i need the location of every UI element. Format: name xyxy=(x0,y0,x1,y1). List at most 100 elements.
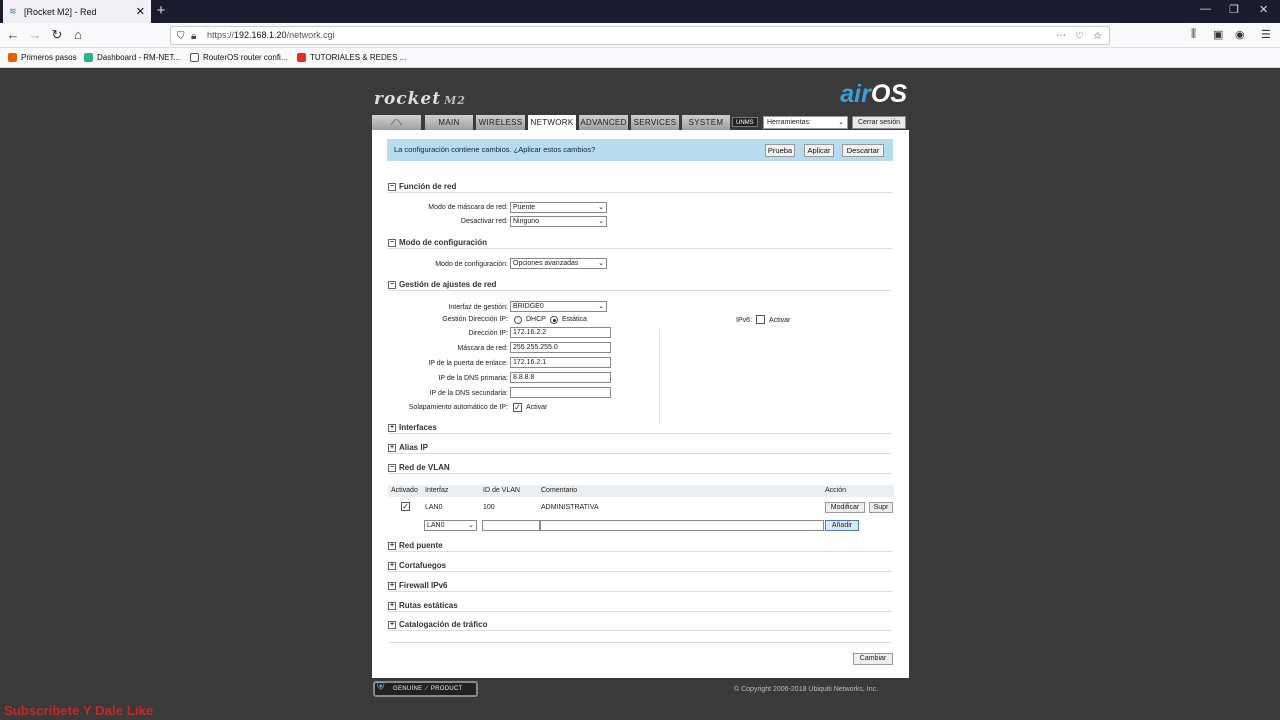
airos-header: rocket M2 airOS xyxy=(372,80,909,114)
section-config-mode[interactable]: − Modo de configuración xyxy=(388,237,892,249)
col-action: Acción xyxy=(825,487,847,494)
tab-network[interactable]: NETWORK xyxy=(528,115,576,130)
menu-icon[interactable]: ☰ xyxy=(1261,28,1271,41)
section-ip-alias[interactable]: + Alias IP xyxy=(388,442,892,454)
forward-icon[interactable]: → xyxy=(27,27,43,43)
home-icon[interactable]: ⌂ xyxy=(70,27,86,43)
netmode-select[interactable]: Puente ⌄ xyxy=(510,202,607,213)
dns2-input[interactable] xyxy=(510,387,611,398)
url-bar[interactable]: ⛉ 🔒︎ https://192.168.1.20/network.cgi ⋯ … xyxy=(170,26,1110,45)
rocket-logo: rocket M2 xyxy=(374,89,466,109)
library-icon[interactable]: ⫼ xyxy=(1191,28,1196,41)
dns2-label: IP de la DNS secundaria: xyxy=(429,390,508,397)
bookmark-3[interactable]: RouterOS router confi... xyxy=(190,53,287,62)
add-button[interactable]: Añadir xyxy=(825,520,859,531)
change-button[interactable]: Cambiar xyxy=(853,653,893,665)
ip-input[interactable]: 172.16.2.2 xyxy=(510,327,611,338)
section-bridge[interactable]: + Red puente xyxy=(388,540,892,552)
discard-button[interactable]: Descartar xyxy=(842,144,884,157)
more-icon[interactable]: ⋯ xyxy=(1056,27,1066,44)
new-tab-button[interactable]: + xyxy=(154,2,168,20)
apply-button[interactable]: Aplicar xyxy=(804,144,834,157)
section-firewall[interactable]: + Cortafuegos xyxy=(388,560,892,572)
minimize-icon[interactable]: — xyxy=(1200,3,1211,15)
vlan-id: 100 xyxy=(483,504,495,511)
subscribe-overlay: Subscribete Y Dale Like xyxy=(4,703,154,718)
ip-alias-checkbox[interactable]: ✓ xyxy=(513,403,522,412)
expand-icon: + xyxy=(388,581,396,590)
ip-alias-activate: Activar xyxy=(526,404,548,411)
config-mode-select[interactable]: Opciones avanzadas ⌄ xyxy=(510,258,607,269)
airos-panel: rocket M2 airOS ⟋⟍ MAIN WIRELESS NETWORK … xyxy=(372,80,909,678)
bookmark-4[interactable]: TUTORIALES & REDES ... xyxy=(297,53,406,62)
section-vlan[interactable]: − Red de VLAN xyxy=(388,462,892,474)
tab-wireless[interactable]: WIRELESS xyxy=(476,115,525,130)
close-window-icon[interactable]: ✕ xyxy=(1259,3,1268,16)
lock-shield-icon: ⛨ xyxy=(377,682,385,693)
account-icon[interactable]: ◉ xyxy=(1235,28,1245,41)
ipv6-checkbox[interactable] xyxy=(756,315,765,324)
netmode-label: Modo de máscara de red: xyxy=(428,204,508,211)
disable-net-label: Desactivar red: xyxy=(460,218,508,225)
static-label: Estática xyxy=(562,316,587,323)
section-network-role[interactable]: − Función de red xyxy=(388,181,892,193)
expand-icon: + xyxy=(388,561,396,570)
close-tab-icon[interactable]: ✕ xyxy=(136,5,145,18)
unms-badge[interactable]: UNMS xyxy=(732,117,758,127)
bookmark-1[interactable]: Primeros pasos xyxy=(8,53,77,62)
gateway-input[interactable]: 172.16.2.1 xyxy=(510,357,611,368)
col-enabled: Activado xyxy=(391,487,418,494)
section-static-routes[interactable]: + Rutas estáticas xyxy=(388,600,892,612)
routeros-icon xyxy=(190,53,199,62)
sidebar-icon[interactable]: ▣ xyxy=(1213,28,1223,41)
tab-ubnt-logo[interactable]: ⟋⟍ xyxy=(372,115,421,130)
mask-input[interactable]: 255.255.255.0 xyxy=(510,342,611,353)
ipv6-label: IPv6: xyxy=(736,317,752,324)
disable-net-select[interactable]: Ninguno ⌄ xyxy=(510,216,607,227)
back-icon[interactable]: ← xyxy=(5,27,21,43)
delete-button[interactable]: Supr xyxy=(869,502,893,513)
new-vlan-id-input[interactable] xyxy=(482,520,540,531)
url-host: 192.168.1.20 xyxy=(234,30,287,40)
shield-icon: ⛉ xyxy=(177,31,185,42)
url-path: /network.cgi xyxy=(286,30,335,40)
section-interfaces[interactable]: + Interfaces xyxy=(388,422,892,434)
restore-icon[interactable]: ❐ xyxy=(1229,3,1239,16)
vlan-enabled-checkbox[interactable]: ✓ xyxy=(401,502,410,511)
collapse-icon: − xyxy=(388,280,396,289)
changes-notice: La configuración contiene cambios. ¿Apli… xyxy=(387,139,893,161)
star-icon[interactable]: ☆ xyxy=(1093,28,1102,45)
section-traffic-shaping[interactable]: + Catalogación de tráfico xyxy=(388,619,892,631)
dashboard-icon xyxy=(84,53,93,62)
chevron-down-icon: ⌄ xyxy=(598,303,604,310)
section-management[interactable]: − Gestión de ajustes de red xyxy=(388,279,892,291)
column-divider xyxy=(659,330,660,424)
vlan-iface: LAN0 xyxy=(425,504,443,511)
new-vlan-iface-select[interactable]: LAN0 ⌄ xyxy=(424,520,477,531)
static-radio[interactable] xyxy=(550,316,558,324)
airos-logo: airOS xyxy=(840,80,907,108)
col-comment: Comentario xyxy=(541,487,578,494)
browser-tab[interactable]: ≋ [Rocket M2] - Red ✕ xyxy=(3,0,151,23)
tab-main[interactable]: MAIN xyxy=(425,115,473,130)
tab-services[interactable]: SERVICES xyxy=(631,115,679,130)
bookmark-2[interactable]: Dashboard - RM-NET... xyxy=(84,53,180,62)
dhcp-radio[interactable] xyxy=(514,316,522,324)
divider xyxy=(388,642,892,643)
tab-system[interactable]: SYSTEM xyxy=(682,115,730,130)
mgmt-iface-select[interactable]: BRIDGE0 ⌄ xyxy=(510,301,607,312)
new-vlan-comment-input[interactable] xyxy=(540,520,824,531)
vlan-comment: ADMINISTRATIVA xyxy=(541,504,599,511)
tools-select[interactable]: Herramientas: ⌄ xyxy=(763,116,848,129)
modify-button[interactable]: Modificar xyxy=(825,502,865,513)
test-button[interactable]: Prueba xyxy=(765,144,795,157)
dns1-input[interactable]: 8.8.8.8 xyxy=(510,372,611,383)
chevron-down-icon: ⌄ xyxy=(598,260,604,267)
main-tabs: ⟋⟍ MAIN WIRELESS NETWORK ADVANCED SERVIC… xyxy=(372,114,909,130)
reload-icon[interactable]: ↻ xyxy=(49,27,65,43)
logout-button[interactable]: Cerrar sesión xyxy=(852,116,906,129)
tab-advanced[interactable]: ADVANCED xyxy=(579,115,628,130)
vlan-table-header: Activado Interfaz ID de VLAN Comentario … xyxy=(388,485,894,497)
section-firewall-ipv6[interactable]: + Firewall IPv6 xyxy=(388,580,892,592)
pocket-icon[interactable]: ♡ xyxy=(1075,28,1084,45)
